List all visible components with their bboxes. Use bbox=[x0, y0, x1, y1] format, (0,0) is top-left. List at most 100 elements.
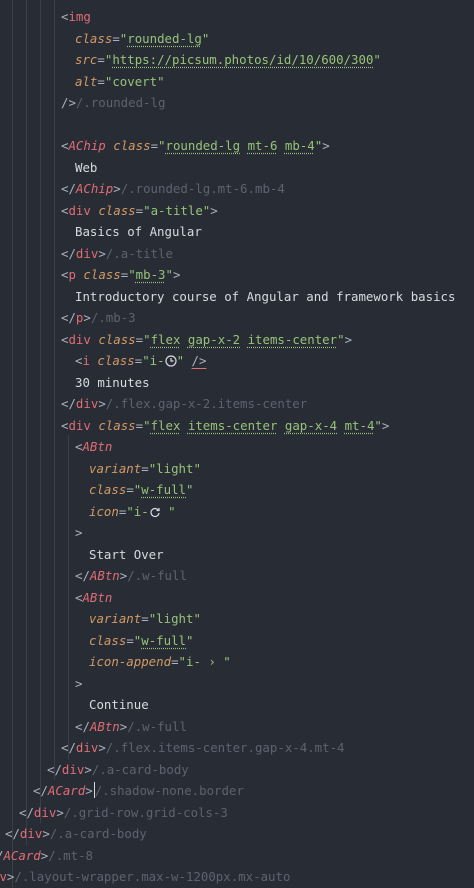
code-line[interactable]: src= "https://picsum.photos/id/10/600/300… bbox=[75, 49, 474, 70]
code-token: Web bbox=[75, 160, 98, 175]
code-token: </ bbox=[33, 783, 48, 798]
code-token: > bbox=[83, 310, 91, 325]
code-token: </ bbox=[61, 246, 76, 261]
code-token: items-center bbox=[247, 332, 338, 347]
closing-tag-hint: /.rounded-lg.mt-6.mb-4 bbox=[120, 181, 285, 196]
code-token: "i- bbox=[142, 353, 165, 368]
code-token: " bbox=[160, 504, 176, 519]
code-token: "covert" bbox=[104, 74, 165, 89]
code-line[interactable]: </ACard>/.shadow-none.border bbox=[33, 780, 474, 801]
code-token: ACard bbox=[3, 848, 41, 863]
code-token: gap-x-4 bbox=[284, 418, 338, 433]
code-token: </ bbox=[19, 805, 34, 820]
code-line[interactable]: alt="covert" bbox=[75, 71, 474, 92]
code-line[interactable]: Start Over bbox=[89, 544, 474, 565]
code-line[interactable]: </AChip>/.rounded-lg.mt-6.mb-4 bbox=[61, 178, 474, 199]
closing-tag-hint: /.grid-row.grid-cols-3 bbox=[63, 805, 228, 820]
code-line[interactable]: variant="light" bbox=[89, 458, 474, 479]
code-token: = bbox=[112, 31, 120, 46]
code-token: AChip bbox=[68, 138, 106, 153]
code-line[interactable]: Introductory course of Angular and frame… bbox=[75, 286, 474, 307]
indent-guide bbox=[40, 0, 41, 823]
code-line[interactable]: </div>/.a-title bbox=[61, 243, 474, 264]
code-line[interactable]: </div>/.flex.gap-x-2.items-center bbox=[61, 393, 474, 414]
code-line[interactable]: Continue bbox=[89, 694, 474, 715]
code-token: = bbox=[97, 52, 105, 67]
code-token: w-full bbox=[141, 633, 187, 648]
closing-tag-hint: /.a-title bbox=[105, 246, 173, 261]
code-line[interactable]: > bbox=[75, 673, 474, 694]
code-line[interactable]: class="w-full" bbox=[89, 630, 474, 651]
code-line[interactable]: class="rounded-lg" bbox=[75, 28, 474, 49]
code-line[interactable]: </p>/.mb-3 bbox=[61, 307, 474, 328]
code-line[interactable]: iv>/.layout-wrapper.max-w-1200px.mx-auto bbox=[0, 866, 474, 887]
code-token: = bbox=[97, 74, 105, 89]
code-line[interactable]: </div>/.a-card-body bbox=[5, 823, 474, 844]
code-line[interactable]: <ABtn bbox=[75, 587, 474, 608]
code-line[interactable]: </div>/.grid-row.grid-cols-3 bbox=[19, 802, 474, 823]
code-token: variant bbox=[89, 611, 142, 626]
code-token: class bbox=[98, 332, 136, 347]
code-token: rounded-lg bbox=[165, 138, 241, 153]
code-line[interactable]: </div>/.a-card-body bbox=[47, 759, 474, 780]
code-line[interactable]: <i class="i- " /> bbox=[75, 350, 474, 371]
code-line[interactable]: /ACard>/.mt-8 bbox=[0, 845, 474, 866]
code-token: > bbox=[98, 246, 106, 261]
code-line[interactable]: icon="i- " bbox=[89, 501, 474, 522]
code-token: " bbox=[373, 52, 381, 67]
code-line[interactable]: class="w-full" bbox=[89, 479, 474, 500]
closing-tag-hint: /.flex.items-center.gap-x-4.mt-4 bbox=[105, 740, 345, 755]
code-line[interactable]: Web bbox=[75, 157, 474, 178]
code-token: </ bbox=[61, 310, 76, 325]
code-line[interactable]: <div class="a-title"> bbox=[61, 200, 474, 221]
code-token: ABtn bbox=[82, 439, 113, 454]
code-token: = bbox=[171, 654, 179, 669]
code-line[interactable]: <ABtn bbox=[75, 436, 474, 457]
closing-tag-hint: /.flex.gap-x-2.items-center bbox=[105, 396, 308, 411]
code-line[interactable]: </ABtn>/.w-full bbox=[75, 716, 474, 737]
code-line[interactable]: Basics of Angular bbox=[75, 221, 474, 242]
code-line[interactable]: </ABtn>/.w-full bbox=[75, 565, 474, 586]
code-token: ABtn bbox=[89, 568, 120, 583]
code-token: "i- bbox=[126, 504, 149, 519]
code-line[interactable] bbox=[0, 0, 474, 21]
code-token: https://picsum.photos/id/10/600/300 bbox=[112, 52, 374, 67]
code-token: div bbox=[68, 418, 91, 433]
code-token: w-full bbox=[141, 482, 187, 497]
code-token: mt-4 bbox=[344, 418, 375, 433]
indent-guide bbox=[68, 435, 69, 760]
code-line[interactable]: variant="light" bbox=[89, 608, 474, 629]
code-token: = bbox=[150, 138, 159, 153]
code-line[interactable]: <AChip class="rounded-lg mt-6 mb-4"> bbox=[61, 135, 474, 156]
code-line[interactable]: > bbox=[75, 522, 474, 543]
code-token: " bbox=[201, 31, 210, 46]
code-token: = bbox=[126, 633, 134, 648]
code-token: = bbox=[135, 203, 144, 218]
code-token: variant bbox=[89, 461, 142, 476]
indent-guide bbox=[54, 0, 55, 780]
code-token: items-center bbox=[187, 418, 278, 433]
code-token: </ bbox=[61, 740, 76, 755]
code-token: flex bbox=[150, 332, 181, 347]
code-line[interactable]: icon-append="i- › " bbox=[89, 651, 474, 672]
code-token: = bbox=[135, 418, 144, 433]
code-token: icon bbox=[89, 504, 119, 519]
code-token: Continue bbox=[89, 697, 149, 712]
code-token: " bbox=[374, 418, 382, 433]
code-line[interactable]: 30 minutes bbox=[75, 372, 474, 393]
code-token: "a-title" bbox=[143, 203, 211, 218]
code-editor[interactable]: <img class="rounded-lg" src="https://picsu… bbox=[0, 0, 474, 888]
code-line[interactable]: <div class="flex items-center gap-x-4 mt… bbox=[61, 415, 474, 436]
code-line[interactable]: />/.rounded-lg bbox=[61, 92, 474, 113]
code-token: iv bbox=[0, 869, 7, 884]
code-token: div bbox=[19, 826, 43, 841]
code-line[interactable]: <div class="flex gap-x-2 items-center"> bbox=[61, 329, 474, 350]
code-token: class bbox=[89, 482, 127, 497]
code-token: Introductory course of Angular and frame… bbox=[75, 289, 456, 304]
code-token: " bbox=[176, 353, 185, 368]
code-line[interactable]: <p class="mb-3"> bbox=[61, 264, 474, 285]
code-token: mb-3 bbox=[135, 267, 166, 282]
code-line[interactable]: </div>/.flex.items-center.gap-x-4.mt-4 bbox=[61, 737, 474, 758]
